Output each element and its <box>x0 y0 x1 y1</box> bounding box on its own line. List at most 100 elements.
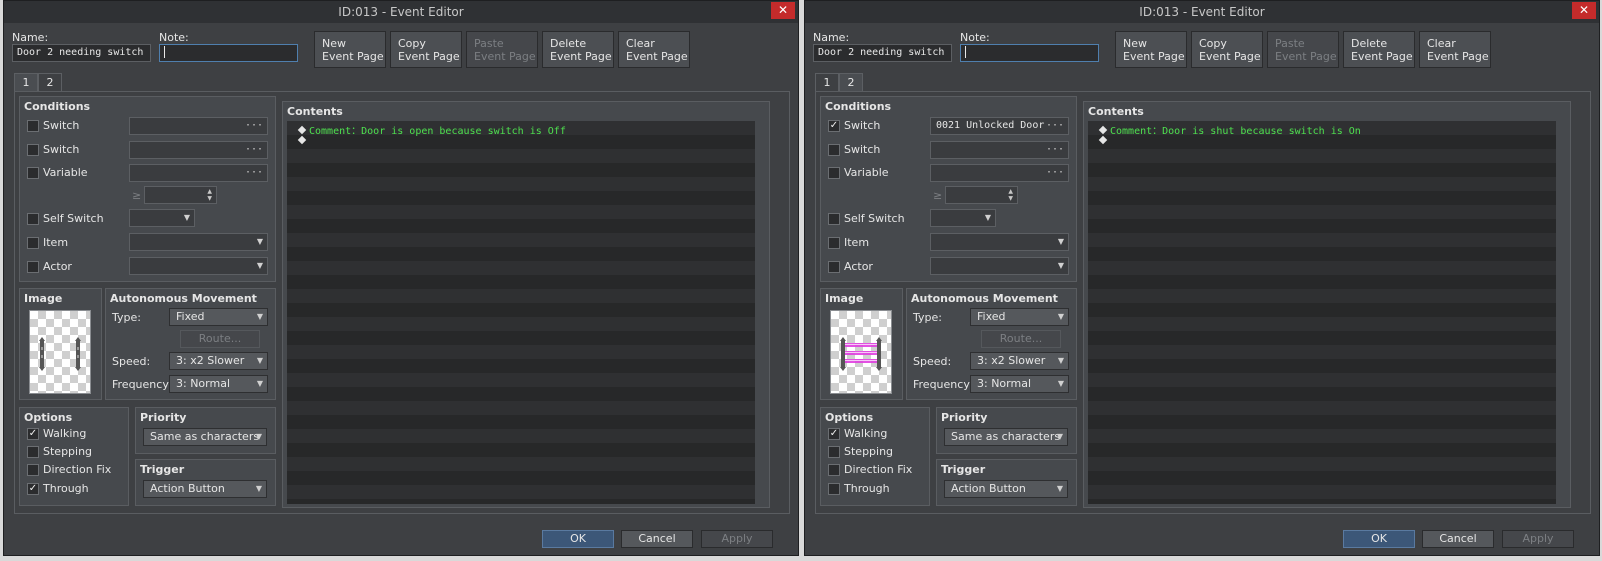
switch2-checkbox[interactable] <box>27 144 39 156</box>
variable-value-spinner[interactable]: ▲ ▼ <box>144 186 217 204</box>
variable-selector[interactable]: ··· <box>129 164 268 182</box>
priority-dropdown[interactable]: Same as characters ▼ <box>944 428 1068 446</box>
priority-value: Same as characters <box>150 430 260 443</box>
copy-event-page-button[interactable]: Copy Event Page <box>1191 31 1263 68</box>
cancel-button[interactable]: Cancel <box>1422 530 1494 548</box>
paste-event-page-button[interactable]: Paste Event Page <box>466 31 538 68</box>
actor-dropdown[interactable]: ▼ <box>930 257 1069 275</box>
variable-checkbox[interactable] <box>27 167 39 179</box>
direction-fix-checkbox[interactable] <box>828 464 840 476</box>
actor-dropdown[interactable]: ▼ <box>129 257 268 275</box>
route-button[interactable]: Route... <box>180 330 260 348</box>
command-row[interactable] <box>1098 135 1110 147</box>
event-image-preview[interactable] <box>29 310 91 394</box>
speed-value: 3: x2 Slower <box>977 354 1046 367</box>
apply-button[interactable]: Apply <box>1502 530 1574 548</box>
switch1-checkbox[interactable] <box>27 120 39 132</box>
new-event-page-button[interactable]: New Event Page <box>1115 31 1187 68</box>
self-switch-dropdown[interactable]: ▼ <box>930 209 996 227</box>
name-input[interactable]: Door 2 needing switch <box>813 44 952 62</box>
item-dropdown[interactable]: ▼ <box>930 233 1069 251</box>
chevron-down-icon: ▼ <box>256 356 263 365</box>
command-row[interactable] <box>297 135 309 147</box>
switch2-checkbox[interactable] <box>828 144 840 156</box>
walking-checkbox[interactable]: ✓ <box>27 428 39 440</box>
ok-button[interactable]: OK <box>1343 530 1415 548</box>
clear-event-page-button[interactable]: Clear Event Page <box>1419 31 1491 68</box>
priority-dropdown[interactable]: Same as characters ▼ <box>143 428 267 446</box>
copy-event-page-button[interactable]: Copy Event Page <box>390 31 462 68</box>
close-button[interactable]: ✕ <box>771 2 795 19</box>
direction-fix-label: Direction Fix <box>43 463 112 476</box>
actor-checkbox[interactable] <box>27 261 39 273</box>
frequency-value: 3: Normal <box>977 377 1032 390</box>
ellipsis-icon: ··· <box>1045 120 1064 131</box>
command-row[interactable]: Comment：Door is open because switch is O… <box>297 122 566 137</box>
stepping-checkbox[interactable] <box>828 446 840 458</box>
variable-value-spinner[interactable]: ▲ ▼ <box>945 186 1018 204</box>
switch1-checkbox[interactable]: ✓ <box>828 120 840 132</box>
speed-dropdown[interactable]: 3: x2 Slower ▼ <box>169 352 268 370</box>
through-checkbox[interactable] <box>828 483 840 495</box>
trigger-dropdown[interactable]: Action Button ▼ <box>944 480 1068 498</box>
trigger-dropdown[interactable]: Action Button ▼ <box>143 480 267 498</box>
self-switch-dropdown[interactable]: ▼ <box>129 209 195 227</box>
switch1-value: 0021 Unlocked Door <box>936 120 1045 131</box>
apply-button[interactable]: Apply <box>701 530 773 548</box>
event-command-list[interactable]: Comment：Door is open because switch is O… <box>287 121 755 504</box>
note-input[interactable] <box>960 44 1099 62</box>
variable-selector[interactable]: ··· <box>930 164 1069 182</box>
actor-checkbox[interactable] <box>828 261 840 273</box>
stepping-checkbox[interactable] <box>27 446 39 458</box>
command-row[interactable]: Comment：Door is shut because switch is O… <box>1098 122 1361 137</box>
movement-type-dropdown[interactable]: Fixed ▼ <box>169 308 268 326</box>
ok-button[interactable]: OK <box>542 530 614 548</box>
item-label: Item <box>844 236 870 249</box>
self-switch-label: Self Switch <box>844 212 905 225</box>
switch1-selector[interactable]: ··· <box>129 117 268 135</box>
item-checkbox[interactable] <box>27 237 39 249</box>
switch1-selector[interactable]: 0021 Unlocked Door ··· <box>930 117 1069 135</box>
paste-event-page-button[interactable]: Paste Event Page <box>1267 31 1339 68</box>
contents-group: Contents Comment：Door is shut because sw… <box>1083 101 1571 508</box>
speed-dropdown[interactable]: 3: x2 Slower ▼ <box>970 352 1069 370</box>
gte-symbol: ≥ <box>933 189 943 202</box>
delete-event-page-button[interactable]: Delete Event Page <box>542 31 614 68</box>
frequency-value: 3: Normal <box>176 377 231 390</box>
movement-type-label: Type: <box>112 311 141 324</box>
note-input[interactable] <box>159 44 298 62</box>
tab-page-2[interactable]: 2 <box>38 73 62 92</box>
frequency-dropdown[interactable]: 3: Normal ▼ <box>970 375 1069 393</box>
new-event-page-button[interactable]: New Event Page <box>314 31 386 68</box>
variable-checkbox[interactable] <box>828 167 840 179</box>
direction-fix-checkbox[interactable] <box>27 464 39 476</box>
walking-checkbox[interactable]: ✓ <box>828 428 840 440</box>
event-image-preview[interactable] <box>830 310 892 394</box>
route-button[interactable]: Route... <box>981 330 1061 348</box>
name-input[interactable]: Door 2 needing switch <box>12 44 151 62</box>
item-dropdown[interactable]: ▼ <box>129 233 268 251</box>
close-button[interactable]: ✕ <box>1572 2 1596 19</box>
movement-type-dropdown[interactable]: Fixed ▼ <box>970 308 1069 326</box>
switch2-selector[interactable]: ··· <box>930 141 1069 159</box>
switch2-selector[interactable]: ··· <box>129 141 268 159</box>
event-editor-window-left: ID:013 - Event Editor ✕ Name: Door 2 nee… <box>3 0 799 556</box>
clear-event-page-button[interactable]: Clear Event Page <box>618 31 690 68</box>
speed-label: Speed: <box>913 355 952 368</box>
cancel-button[interactable]: Cancel <box>621 530 693 548</box>
item-checkbox[interactable] <box>828 237 840 249</box>
self-switch-checkbox[interactable] <box>27 213 39 225</box>
self-switch-checkbox[interactable] <box>828 213 840 225</box>
event-command-list[interactable]: Comment：Door is shut because switch is O… <box>1088 121 1556 504</box>
ellipsis-icon: ··· <box>1045 144 1064 155</box>
delete-event-page-button[interactable]: Delete Event Page <box>1343 31 1415 68</box>
stepping-label: Stepping <box>43 445 93 458</box>
through-checkbox[interactable]: ✓ <box>27 483 39 495</box>
self-switch-label: Self Switch <box>43 212 104 225</box>
tab-page-1[interactable]: 1 <box>14 73 38 92</box>
chevron-down-icon: ▼ <box>984 213 991 222</box>
tab-page-2[interactable]: 2 <box>839 73 863 92</box>
chevron-down-icon: ▼ <box>256 379 263 388</box>
tab-page-1[interactable]: 1 <box>815 73 839 92</box>
frequency-dropdown[interactable]: 3: Normal ▼ <box>169 375 268 393</box>
